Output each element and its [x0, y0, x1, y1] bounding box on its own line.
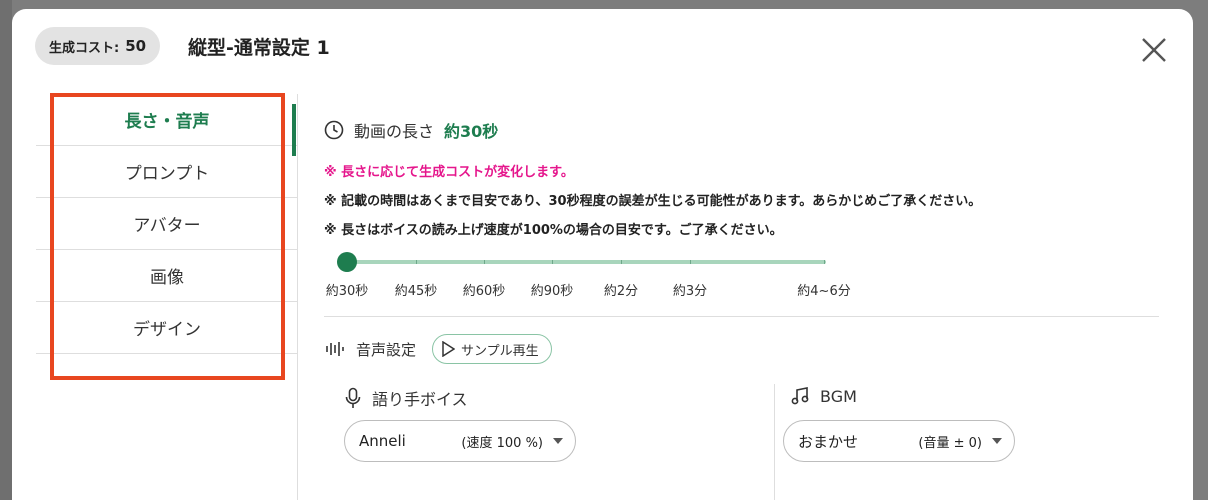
- slider-tick: [484, 260, 485, 264]
- sidebar-item-avatar[interactable]: アバター: [36, 198, 298, 250]
- slider-tick: [416, 260, 417, 264]
- slider-tick: [552, 260, 553, 264]
- sample-play-button[interactable]: サンプル再生: [432, 334, 552, 364]
- cost-value: 50: [125, 37, 147, 55]
- length-slider-track[interactable]: [346, 260, 826, 264]
- length-slider-thumb[interactable]: [337, 252, 357, 272]
- content-divider: [297, 94, 298, 500]
- sidebar-item-label: プロンプト: [124, 164, 210, 184]
- sidebar-item-length-audio[interactable]: 長さ・音声: [36, 94, 298, 146]
- voice-settings-heading: 音声設定 サンプル再生: [324, 334, 552, 364]
- slider-label[interactable]: 約90秒: [531, 280, 574, 299]
- narrator-speed: (速度 100 %): [461, 435, 543, 451]
- cost-label: 生成コスト:: [49, 40, 120, 56]
- close-button[interactable]: [1136, 32, 1172, 68]
- bgm-select[interactable]: おまかせ (音量 ± 0): [783, 420, 1015, 462]
- play-icon: [442, 341, 456, 357]
- audio-wave-icon: [326, 342, 344, 356]
- bgm-title: BGM: [820, 386, 857, 406]
- narrator-name: Anneli: [359, 432, 406, 450]
- cost-note: ※ 長さに応じて生成コストが変化します。: [324, 165, 574, 180]
- bgm-heading: BGM: [790, 386, 857, 406]
- backdrop: [0, 0, 12, 500]
- chevron-down-icon: [553, 438, 563, 444]
- sidebar-item-design[interactable]: デザイン: [36, 302, 298, 354]
- sample-play-label: サンプル再生: [461, 343, 539, 359]
- chevron-down-icon: [992, 438, 1002, 444]
- bgm-volume: (音量 ± 0): [918, 435, 982, 451]
- video-length-heading: 動画の長さ 約30秒: [324, 118, 498, 142]
- clock-icon: [324, 120, 344, 140]
- settings-sidebar: 長さ・音声 プロンプト アバター 画像 デザイン: [36, 94, 298, 354]
- close-icon: [1142, 38, 1166, 62]
- narrator-voice-heading: 語り手ボイス: [344, 386, 468, 410]
- speed-note: ※ 長さはボイスの読み上げ速度が100%の場合の目安です。ご了承ください。: [324, 223, 783, 238]
- slider-tick: [824, 260, 825, 264]
- music-note-icon: [791, 387, 809, 405]
- sidebar-item-label: 画像: [150, 268, 184, 288]
- cost-badge: 生成コスト: 50: [35, 27, 161, 65]
- time-note: ※ 記載の時間はあくまで目安であり、30秒程度の誤差が生じる可能性があります。あ…: [324, 194, 982, 209]
- slider-label[interactable]: 約60秒: [463, 280, 506, 299]
- active-tab-indicator: [292, 104, 296, 156]
- section-divider: [324, 316, 1159, 317]
- voice-settings-title: 音声設定: [356, 340, 417, 359]
- bgm-name: おまかせ: [798, 432, 859, 451]
- slider-tick: [621, 260, 622, 264]
- sidebar-item-image[interactable]: 画像: [36, 250, 298, 302]
- sidebar-item-label: 長さ・音声: [124, 112, 210, 132]
- narrator-voice-select[interactable]: Anneli (速度 100 %): [344, 420, 576, 462]
- video-length-title: 動画の長さ: [354, 122, 435, 141]
- slider-label[interactable]: 約3分: [673, 280, 707, 299]
- voice-bgm-separator: [774, 384, 775, 500]
- video-length-value: 約30秒: [444, 122, 499, 141]
- microphone-icon: [345, 387, 361, 408]
- sidebar-item-label: アバター: [133, 216, 201, 236]
- slider-label[interactable]: 約4~6分: [797, 280, 850, 299]
- slider-label[interactable]: 約30秒: [326, 280, 369, 299]
- sidebar-item-label: デザイン: [133, 320, 201, 340]
- slider-label[interactable]: 約2分: [604, 280, 638, 299]
- slider-label[interactable]: 約45秒: [395, 280, 438, 299]
- slider-tick: [690, 260, 691, 264]
- narrator-voice-title: 語り手ボイス: [372, 390, 468, 409]
- sidebar-item-prompt[interactable]: プロンプト: [36, 146, 298, 198]
- settings-dialog: 生成コスト: 50 縦型-通常設定 1 長さ・音声 プロンプト アバター 画像 …: [12, 9, 1193, 500]
- dialog-title: 縦型-通常設定 1: [188, 37, 330, 59]
